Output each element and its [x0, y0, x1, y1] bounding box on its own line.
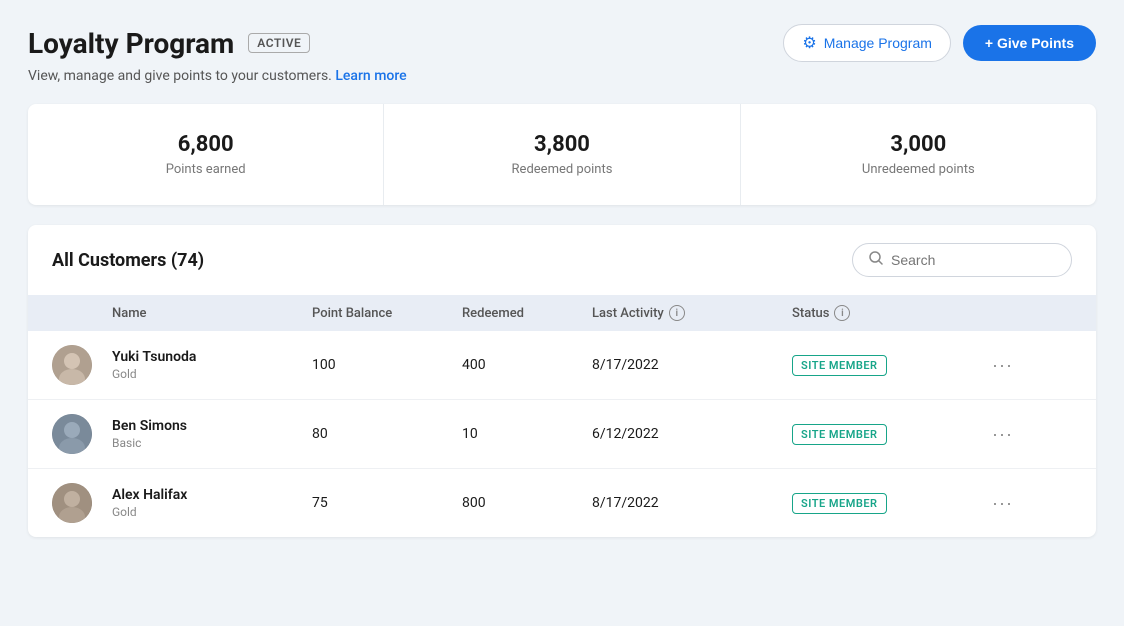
customer-tier: Gold	[112, 367, 312, 381]
customer-info: Yuki Tsunoda Gold	[112, 349, 312, 381]
give-points-label: + Give Points	[985, 35, 1074, 51]
customer-info: Alex Halifax Gold	[112, 487, 312, 519]
col-last-activity: Last Activity i	[592, 305, 792, 321]
stat-unredeemed-points: 3,000 Unredeemed points	[741, 104, 1096, 205]
search-input[interactable]	[891, 252, 1055, 268]
col-name: Name	[112, 306, 312, 321]
active-badge: ACTIVE	[248, 33, 310, 53]
stat-redeemed-points: 3,800 Redeemed points	[384, 104, 740, 205]
avatar	[52, 483, 112, 523]
status-cell: SITE MEMBER	[792, 423, 992, 445]
customer-info: Ben Simons Basic	[112, 418, 312, 450]
table-row: Alex Halifax Gold 75 800 8/17/2022 SITE …	[28, 469, 1096, 537]
stats-card: 6,800 Points earned 3,800 Redeemed point…	[28, 104, 1096, 205]
avatar-ben	[52, 414, 92, 454]
unredeemed-points-value: 3,000	[741, 132, 1096, 157]
avatar	[52, 414, 112, 454]
table-row: Yuki Tsunoda Gold 100 400 8/17/2022 SITE…	[28, 331, 1096, 400]
learn-more-link[interactable]: Learn more	[335, 68, 406, 84]
manage-program-label: Manage Program	[824, 35, 932, 51]
search-box[interactable]	[852, 243, 1072, 277]
header-right: ⚙ Manage Program + Give Points	[783, 24, 1096, 62]
points-earned-value: 6,800	[28, 132, 383, 157]
status-badge: SITE MEMBER	[792, 355, 887, 376]
more-actions[interactable]: ···	[992, 493, 1052, 514]
redeemed-points-value: 3,800	[384, 132, 739, 157]
point-balance: 75	[312, 495, 462, 511]
col-redeemed: Redeemed	[462, 306, 592, 321]
stat-points-earned: 6,800 Points earned	[28, 104, 384, 205]
customer-name: Yuki Tsunoda	[112, 349, 312, 365]
more-actions[interactable]: ···	[992, 424, 1052, 445]
manage-program-button[interactable]: ⚙ Manage Program	[783, 24, 951, 62]
point-balance: 80	[312, 426, 462, 442]
avatar	[52, 345, 112, 385]
give-points-button[interactable]: + Give Points	[963, 25, 1096, 61]
more-actions[interactable]: ···	[992, 355, 1052, 376]
customer-tier: Gold	[112, 505, 312, 519]
customer-name: Ben Simons	[112, 418, 312, 434]
gear-icon: ⚙	[802, 33, 816, 53]
avatar-yuki	[52, 345, 92, 385]
page-title: Loyalty Program	[28, 27, 234, 60]
table-header: Name Point Balance Redeemed Last Activit…	[28, 295, 1096, 331]
col-point-balance: Point Balance	[312, 306, 462, 321]
last-activity: 8/17/2022	[592, 357, 792, 373]
customer-name: Alex Halifax	[112, 487, 312, 503]
search-icon	[869, 251, 883, 269]
last-activity-info-icon[interactable]: i	[669, 305, 685, 321]
customers-title: All Customers (74)	[52, 250, 204, 271]
status-badge: SITE MEMBER	[792, 424, 887, 445]
redeemed-value: 400	[462, 357, 592, 373]
more-button[interactable]: ···	[992, 355, 1013, 376]
unredeemed-points-label: Unredeemed points	[741, 162, 1096, 177]
customers-section: All Customers (74) Name Point Balance	[28, 225, 1096, 537]
points-earned-label: Points earned	[28, 162, 383, 177]
redeemed-points-label: Redeemed points	[384, 162, 739, 177]
page-header: Loyalty Program ACTIVE ⚙ Manage Program …	[28, 24, 1096, 62]
header-left: Loyalty Program ACTIVE	[28, 27, 310, 60]
more-button[interactable]: ···	[992, 493, 1013, 514]
more-button[interactable]: ···	[992, 424, 1013, 445]
status-cell: SITE MEMBER	[792, 492, 992, 514]
col-status: Status i	[792, 305, 992, 321]
redeemed-value: 800	[462, 495, 592, 511]
last-activity: 6/12/2022	[592, 426, 792, 442]
avatar-alex	[52, 483, 92, 523]
table-row: Ben Simons Basic 80 10 6/12/2022 SITE ME…	[28, 400, 1096, 469]
point-balance: 100	[312, 357, 462, 373]
status-info-icon[interactable]: i	[834, 305, 850, 321]
subtitle: View, manage and give points to your cus…	[28, 68, 1096, 84]
status-badge: SITE MEMBER	[792, 493, 887, 514]
last-activity: 8/17/2022	[592, 495, 792, 511]
customers-header: All Customers (74)	[28, 225, 1096, 295]
customer-tier: Basic	[112, 436, 312, 450]
redeemed-value: 10	[462, 426, 592, 442]
status-cell: SITE MEMBER	[792, 354, 992, 376]
